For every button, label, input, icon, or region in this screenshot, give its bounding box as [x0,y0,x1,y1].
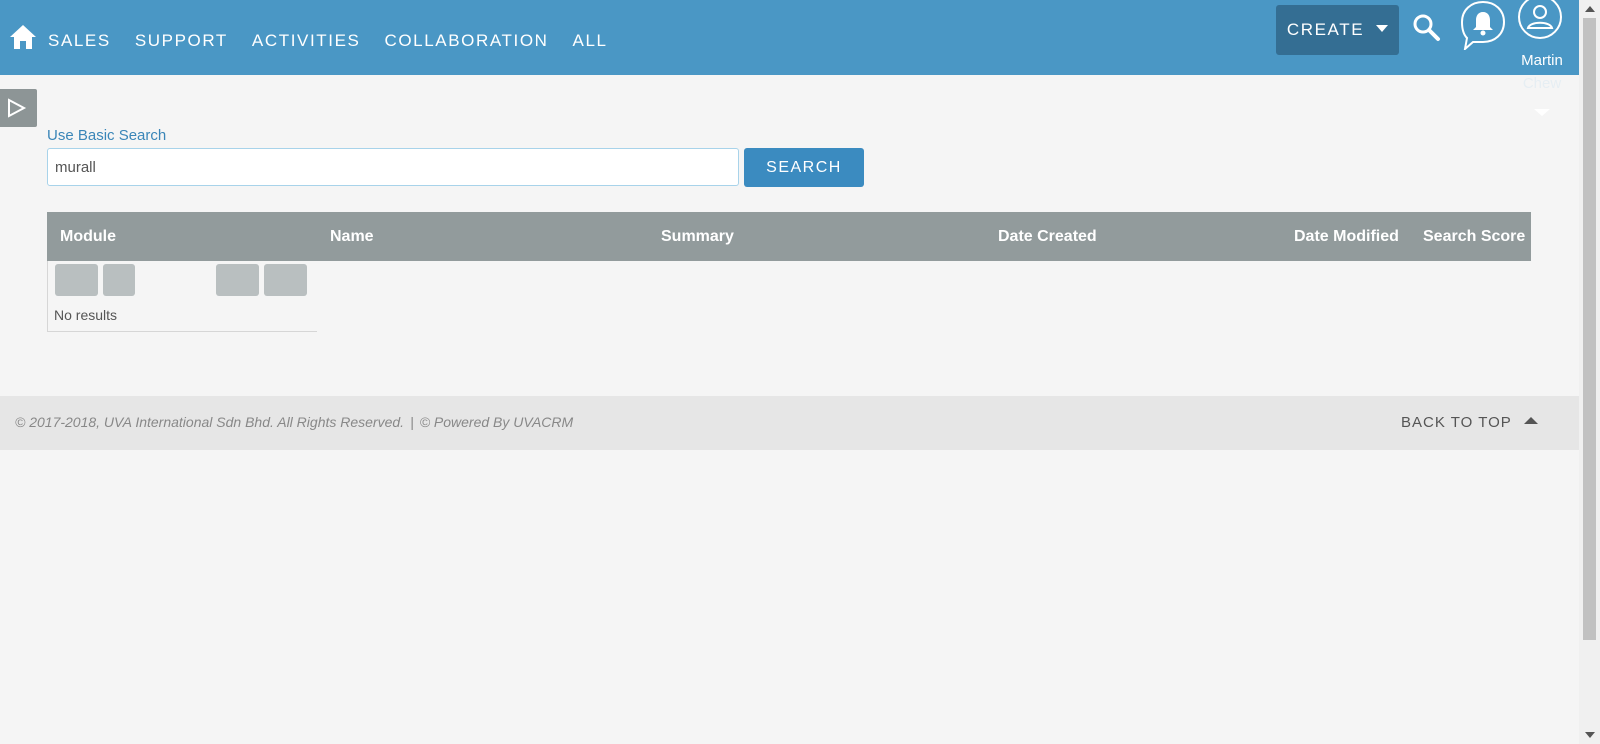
top-navbar: SALES SUPPORT ACTIVITIES COLLABORATION A… [0,0,1579,75]
powered-by: © Powered By UVACRM [419,414,574,430]
results-border [47,261,48,332]
pager-prev-button[interactable] [103,264,135,296]
nav-item-activities[interactable]: ACTIVITIES [252,31,361,51]
nav-item-support[interactable]: SUPPORT [135,31,228,51]
sidebar-toggle[interactable] [0,89,37,127]
nav-item-sales[interactable]: SALES [48,31,111,51]
nav-item-collaboration[interactable]: COLLABORATION [384,31,548,51]
chevron-up-icon [1523,417,1538,424]
search-input[interactable] [47,148,739,186]
column-summary[interactable]: Summary [661,228,734,246]
chevron-down-icon [1376,24,1389,32]
back-to-top-link[interactable]: BACK TO TOP [1401,414,1538,431]
column-date-modified[interactable]: Date Modified [1294,228,1399,246]
user-first-name: Martin [1521,52,1563,69]
scroll-down-arrow-icon[interactable] [1585,732,1595,738]
create-button[interactable]: CREATE [1276,5,1399,55]
user-avatar-icon[interactable] [1517,0,1563,40]
column-date-created[interactable]: Date Created [998,228,1097,246]
results-divider [47,331,317,332]
chevron-down-icon[interactable] [1534,109,1550,116]
column-search-score[interactable]: Search Score [1423,228,1525,246]
copyright-text: © 2017-2018, UVA International Sdn Bhd. … [15,414,573,430]
footer: © 2017-2018, UVA International Sdn Bhd. … [0,396,1579,450]
back-to-top-label: BACK TO TOP [1401,414,1512,431]
scroll-up-arrow-icon[interactable] [1585,6,1595,12]
create-label: CREATE [1286,20,1365,39]
search-button[interactable]: SEARCH [744,148,864,187]
bell-icon[interactable] [1459,0,1507,52]
column-name[interactable]: Name [330,228,374,246]
user-last-name: Chew [1522,75,1562,92]
search-icon[interactable] [1411,12,1443,44]
play-icon [0,98,37,131]
pager-next-button[interactable] [216,264,259,296]
home-icon[interactable] [9,24,37,50]
footer-separator: | [410,414,414,430]
user-menu[interactable]: Martin Chew [1511,49,1573,95]
pager-last-button[interactable] [264,264,307,296]
column-module[interactable]: Module [60,228,116,246]
results-table-header: Module Name Summary Date Created Date Mo… [47,212,1531,261]
use-basic-search-link[interactable]: Use Basic Search [47,127,166,144]
pager-first-button[interactable] [55,264,98,296]
scroll-thumb[interactable] [1583,18,1596,640]
nav-item-all[interactable]: ALL [573,31,608,51]
main-menu: SALES SUPPORT ACTIVITIES COLLABORATION A… [48,31,632,51]
copyright-notice: © 2017-2018, UVA International Sdn Bhd. … [15,414,405,430]
no-results-text: No results [54,307,118,323]
